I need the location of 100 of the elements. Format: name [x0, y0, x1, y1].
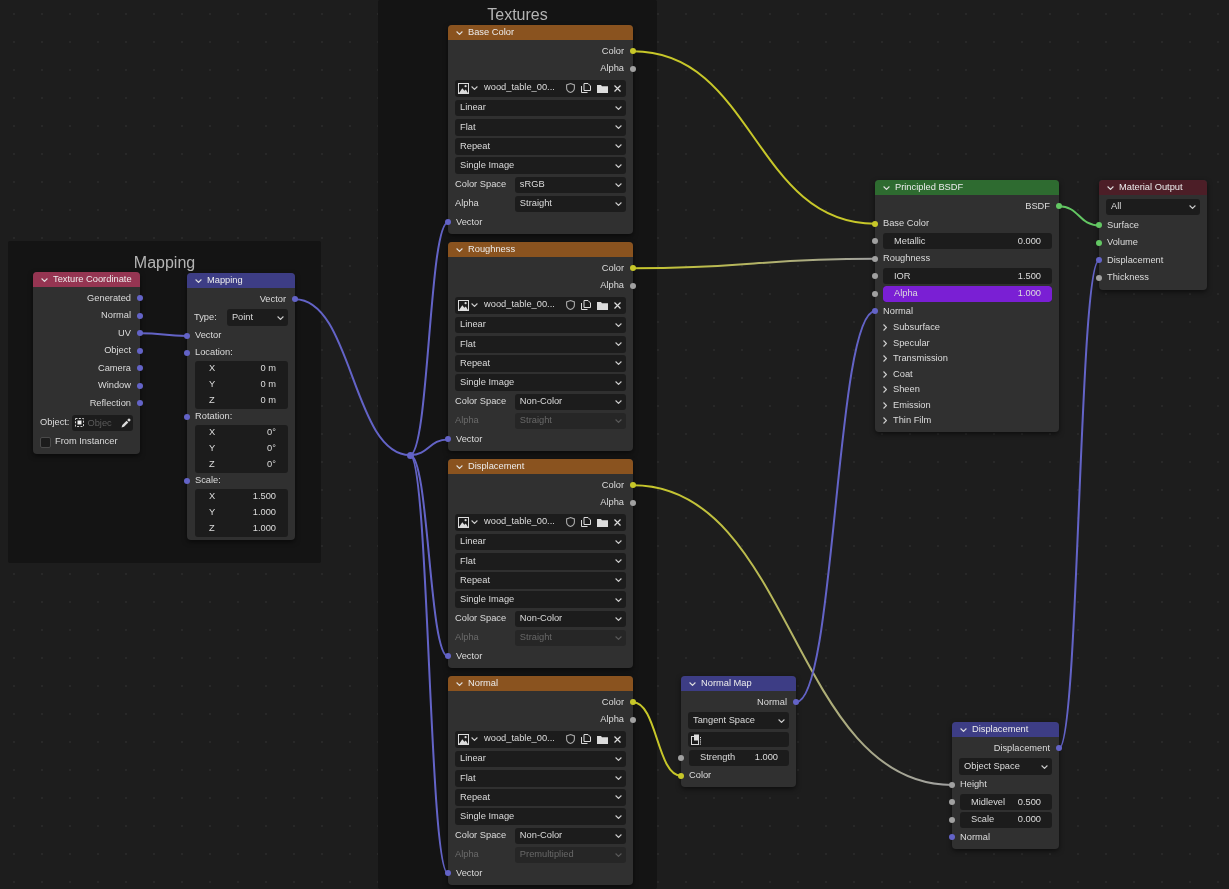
- image-name[interactable]: wood_table_00...: [484, 83, 555, 93]
- image-name[interactable]: wood_table_00...: [484, 734, 555, 744]
- chevron-down-icon[interactable]: [456, 464, 463, 469]
- socket-icon[interactable]: [872, 238, 878, 245]
- number-field[interactable]: Metallic 0.000: [883, 233, 1052, 250]
- socket-icon[interactable]: [630, 699, 636, 706]
- dropdown[interactable]: Linear: [455, 316, 626, 334]
- panel-header[interactable]: Specular: [883, 335, 930, 351]
- dropdown[interactable]: Tangent Space: [688, 712, 789, 729]
- shield-icon[interactable]: [566, 517, 575, 527]
- number-field[interactable]: Z 0 m: [195, 392, 288, 409]
- dropdown[interactable]: Non-Color: [514, 393, 626, 411]
- number-field[interactable]: Y 1.000: [195, 504, 288, 521]
- socket-icon[interactable]: [1056, 203, 1062, 210]
- panel-header[interactable]: Sheen: [883, 382, 920, 398]
- shield-icon[interactable]: [566, 734, 575, 744]
- copy-icon[interactable]: [581, 734, 591, 744]
- chevron-down-icon[interactable]: [1107, 185, 1114, 190]
- panel-header[interactable]: Coat: [883, 366, 913, 382]
- chevron-down-icon[interactable]: [689, 681, 696, 686]
- panel-header[interactable]: Subsurface: [883, 320, 941, 336]
- image-name[interactable]: wood_table_00...: [484, 300, 555, 310]
- reroute-dot-icon[interactable]: [406, 451, 414, 459]
- dropdown[interactable]: Linear: [455, 750, 626, 768]
- chevron-down-icon[interactable]: [41, 277, 48, 282]
- close-icon[interactable]: [614, 301, 621, 309]
- socket-icon[interactable]: [630, 716, 636, 723]
- dropdown[interactable]: sRGB: [514, 176, 626, 194]
- socket-icon[interactable]: [872, 290, 878, 297]
- socket-icon[interactable]: [949, 781, 955, 788]
- dropdown[interactable]: Repeat: [455, 355, 626, 372]
- copy-icon[interactable]: [581, 300, 591, 310]
- dropdown[interactable]: Single Image: [455, 157, 626, 174]
- close-icon[interactable]: [614, 84, 621, 92]
- close-icon[interactable]: [614, 735, 621, 743]
- socket-icon[interactable]: [1096, 222, 1102, 229]
- dropdown[interactable]: Single Image: [455, 808, 626, 825]
- chevron-down-icon[interactable]: [471, 737, 478, 741]
- dropdown[interactable]: Repeat: [455, 789, 626, 806]
- socket-icon[interactable]: [630, 482, 636, 489]
- dropdown[interactable]: Linear: [455, 99, 626, 117]
- dropdown[interactable]: Object Space: [959, 758, 1052, 775]
- number-field[interactable]: Scale 0.000: [960, 811, 1052, 828]
- number-field[interactable]: IOR 1.500: [883, 268, 1052, 285]
- number-field[interactable]: Alpha 1.000: [883, 285, 1052, 302]
- image-icon[interactable]: [458, 82, 469, 94]
- copy-icon[interactable]: [581, 83, 591, 93]
- socket-icon[interactable]: [949, 799, 955, 806]
- dropdown[interactable]: Flat: [455, 119, 626, 136]
- socket-icon[interactable]: [630, 499, 636, 506]
- image-icon[interactable]: [458, 516, 469, 528]
- socket-icon[interactable]: [872, 273, 878, 280]
- dropdown[interactable]: All: [1106, 198, 1200, 216]
- shield-icon[interactable]: [566, 83, 575, 93]
- chevron-down-icon[interactable]: [471, 303, 478, 307]
- close-icon[interactable]: [614, 518, 621, 526]
- number-field[interactable]: Y 0°: [195, 440, 288, 457]
- folder-icon[interactable]: [597, 734, 608, 744]
- dropdown[interactable]: Non-Color: [514, 827, 626, 845]
- dropdown[interactable]: Flat: [455, 336, 626, 353]
- socket-icon[interactable]: [630, 282, 636, 289]
- number-field[interactable]: X 0°: [195, 424, 288, 441]
- dropdown[interactable]: Repeat: [455, 138, 626, 155]
- socket-icon[interactable]: [1096, 274, 1102, 281]
- number-field[interactable]: Strength 1.000: [689, 750, 789, 767]
- folder-icon[interactable]: [597, 83, 608, 93]
- dropdown[interactable]: Single Image: [455, 374, 626, 391]
- eyedropper-icon[interactable]: [121, 417, 131, 428]
- socket-icon[interactable]: [949, 816, 955, 823]
- number-field[interactable]: Y 0 m: [195, 376, 288, 393]
- chevron-down-icon[interactable]: [456, 681, 463, 686]
- socket-icon[interactable]: [678, 772, 684, 779]
- panel-header[interactable]: Thin Film: [883, 413, 932, 429]
- dropdown[interactable]: Single Image: [455, 591, 626, 608]
- image-icon[interactable]: [458, 299, 469, 311]
- dropdown[interactable]: Point: [226, 309, 288, 326]
- socket-icon[interactable]: [630, 65, 636, 72]
- number-field[interactable]: X 0 m: [195, 360, 288, 377]
- socket-icon[interactable]: [872, 255, 878, 262]
- image-icon[interactable]: [458, 733, 469, 745]
- object-field[interactable]: Objec: [72, 414, 133, 431]
- socket-icon[interactable]: [630, 265, 636, 272]
- folder-icon[interactable]: [597, 300, 608, 310]
- image-name[interactable]: wood_table_00...: [484, 517, 555, 527]
- dropdown[interactable]: Straight: [514, 195, 626, 213]
- number-field[interactable]: Midlevel 0.500: [960, 794, 1052, 811]
- dropdown[interactable]: Non-Color: [514, 610, 626, 628]
- socket-icon[interactable]: [630, 48, 636, 55]
- checkbox[interactable]: [40, 436, 51, 448]
- folder-icon[interactable]: [597, 517, 608, 527]
- copy-icon[interactable]: [581, 517, 591, 527]
- dropdown[interactable]: Flat: [455, 553, 626, 570]
- dropdown[interactable]: Flat: [455, 770, 626, 787]
- panel-header[interactable]: Emission: [883, 397, 931, 413]
- number-field[interactable]: Z 1.000: [195, 520, 288, 537]
- dropdown[interactable]: Linear: [455, 533, 626, 551]
- chevron-down-icon[interactable]: [960, 727, 967, 732]
- chevron-down-icon[interactable]: [195, 278, 202, 283]
- dropdown[interactable]: Repeat: [455, 572, 626, 589]
- chevron-down-icon[interactable]: [456, 247, 463, 252]
